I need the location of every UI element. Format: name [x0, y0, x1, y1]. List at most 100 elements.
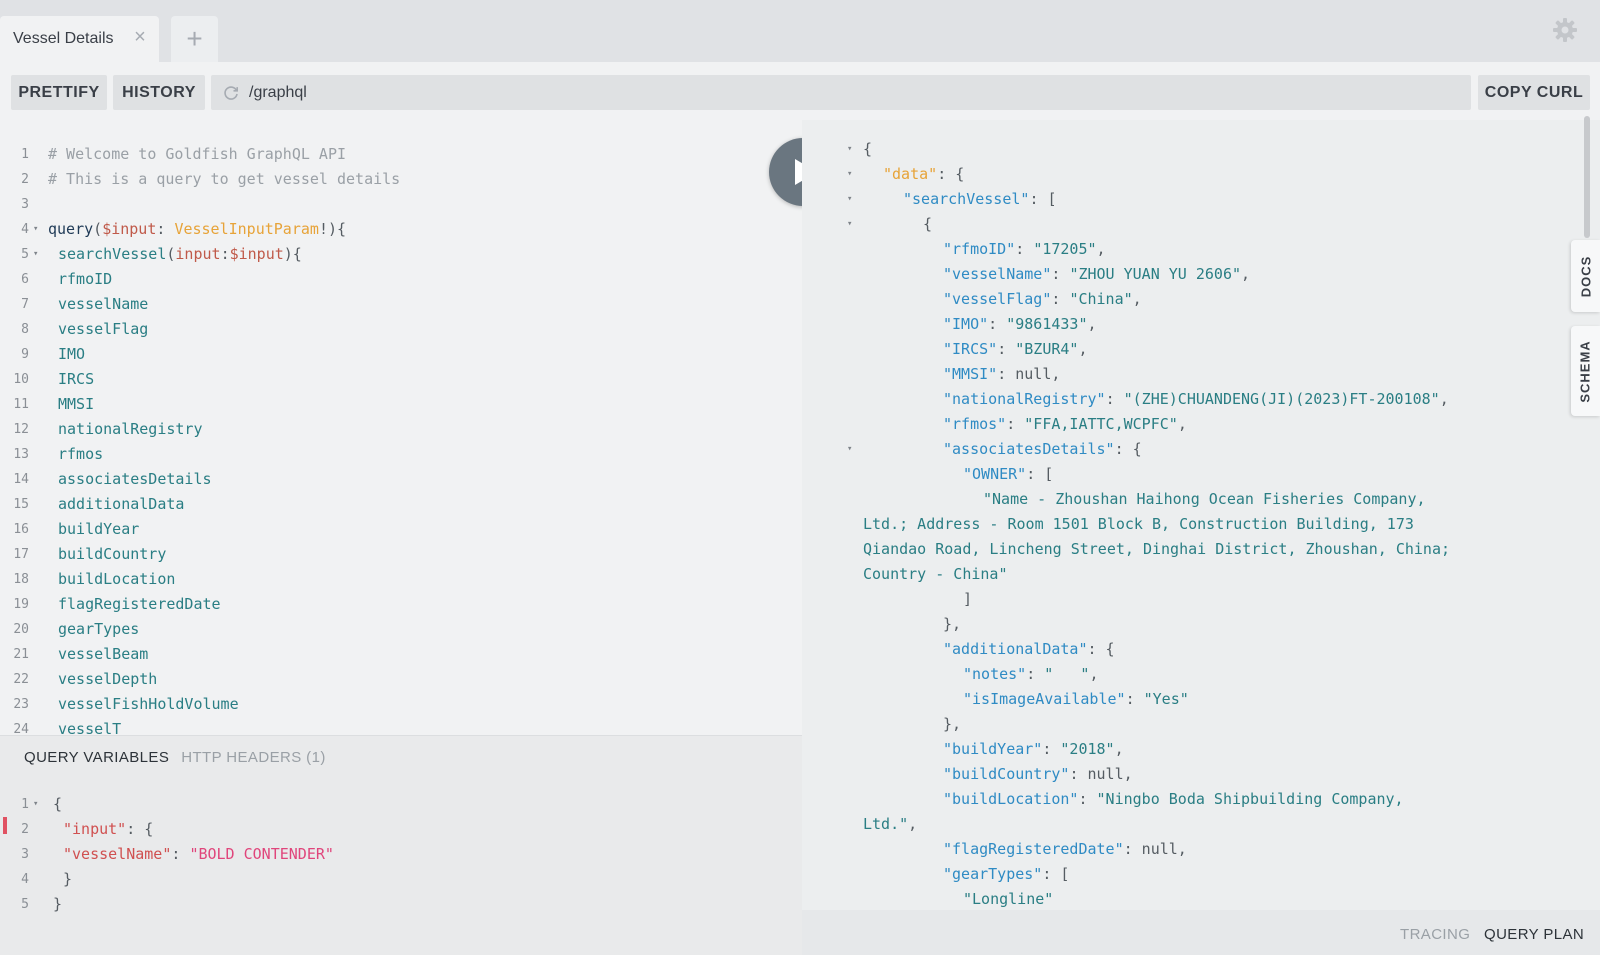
- tab-http-headers[interactable]: HTTP HEADERS (1): [181, 749, 325, 771]
- result-line: "rfmoID": "17205",: [802, 237, 1600, 262]
- code-token: : null,: [997, 365, 1061, 383]
- code-token: : null,: [1069, 765, 1133, 783]
- result-scrollbar[interactable]: [1584, 116, 1590, 238]
- query-line: 1 # Welcome to Goldfish GraphQL API: [0, 142, 802, 167]
- code-token: Country - China": [863, 565, 1008, 583]
- code-token: "Ningbo Boda Shipbuilding Company,: [1096, 790, 1404, 808]
- code-token: "rfmos": [943, 415, 1007, 433]
- reload-icon[interactable]: [221, 83, 241, 103]
- query-line: 11 MMSI: [0, 392, 802, 417]
- code-token: :: [1026, 665, 1045, 683]
- query-line: 17 buildCountry: [0, 542, 802, 567]
- result-line: ]: [802, 587, 1600, 612]
- result-line: "OWNER": [: [802, 462, 1600, 487]
- query-line: 18 buildLocation: [0, 567, 802, 592]
- code-token: ]: [963, 590, 973, 608]
- line-number: 17: [13, 547, 29, 562]
- history-button[interactable]: HISTORY: [113, 75, 205, 110]
- code-token: ,: [1089, 665, 1099, 683]
- result-line: "MMSI": null,: [802, 362, 1600, 387]
- line-number: 8: [21, 322, 29, 337]
- variables-line: 3 "vesselName": "BOLD CONTENDER": [0, 842, 802, 867]
- line-number: 21: [13, 647, 29, 662]
- line-number: 2: [21, 822, 29, 837]
- variables-tabs: QUERY VARIABLES HTTP HEADERS (1): [24, 749, 338, 771]
- code-token: },: [943, 715, 962, 733]
- code-token: :: [1042, 740, 1061, 758]
- copy-curl-button[interactable]: COPY CURL: [1478, 75, 1590, 110]
- fold-toggle-icon[interactable]: ▾: [33, 217, 38, 242]
- tab-vessel-details[interactable]: Vessel Details ×: [0, 16, 159, 62]
- code-token: "isImageAvailable": [963, 690, 1126, 708]
- code-token: ,: [1096, 240, 1106, 258]
- line-number: 12: [13, 422, 29, 437]
- result-line: Qiandao Road, Lincheng Street, Dinghai D…: [802, 537, 1600, 562]
- variables-line: 4}: [0, 867, 802, 892]
- tracing-tab[interactable]: TRACING: [1400, 926, 1470, 943]
- fold-toggle-icon[interactable]: ▾: [847, 162, 852, 187]
- query-line: 16 buildYear: [0, 517, 802, 542]
- code-token: {: [863, 140, 873, 158]
- code-token: additionalData: [58, 495, 185, 513]
- code-token: $input: [229, 245, 284, 263]
- code-token: ,: [1078, 340, 1088, 358]
- code-token: :: [1006, 415, 1025, 433]
- result-line: "notes": " ",: [802, 662, 1600, 687]
- prettify-button[interactable]: PRETTIFY: [11, 75, 107, 110]
- code-token: buildLocation: [58, 570, 176, 588]
- result-line: ▾ "data": {: [802, 162, 1600, 187]
- code-token: rfmoID: [58, 270, 113, 288]
- result-line: ▾{: [802, 212, 1600, 237]
- tab-query-variables[interactable]: QUERY VARIABLES: [24, 749, 169, 771]
- code-token: ,: [1132, 290, 1142, 308]
- fold-toggle-icon[interactable]: ▾: [847, 187, 852, 212]
- query-line: 22 vesselDepth: [0, 667, 802, 692]
- result-line: "buildLocation": "Ningbo Boda Shipbuildi…: [802, 787, 1600, 812]
- code-token: : [: [1029, 190, 1057, 208]
- code-token: query: [48, 220, 94, 238]
- code-token: IMO: [58, 345, 86, 363]
- code-token: # Welcome to Goldfish GraphQL API: [48, 145, 347, 163]
- line-number: 13: [13, 447, 29, 462]
- fold-toggle-icon[interactable]: ▾: [847, 212, 852, 237]
- code-token: !){: [318, 220, 347, 238]
- code-token: "IRCS": [943, 340, 998, 358]
- code-token: ){: [283, 245, 302, 263]
- code-token: : [: [1026, 465, 1054, 483]
- code-token: input: [175, 245, 221, 263]
- close-icon[interactable]: ×: [131, 27, 149, 47]
- code-token: "input": [63, 820, 127, 838]
- query-plan-tab[interactable]: QUERY PLAN: [1484, 926, 1584, 943]
- fold-toggle-icon[interactable]: ▾: [847, 437, 852, 462]
- endpoint-url-input[interactable]: /graphql: [211, 75, 1471, 110]
- code-token: :: [1015, 240, 1034, 258]
- schema-side-tab[interactable]: SCHEMA: [1571, 326, 1600, 416]
- code-token: nationalRegistry: [58, 420, 203, 438]
- query-line: 24 vesselT: [0, 717, 802, 735]
- code-token: "Longline": [963, 890, 1054, 908]
- code-token: },: [943, 615, 962, 633]
- variables-editor[interactable]: 1 ▾ {2 "input": {3 "vesselName": "BOLD CONTE…: [0, 792, 802, 942]
- tab-label: Vessel Details: [13, 30, 114, 47]
- line-number: 1: [21, 797, 29, 812]
- line-number: 4: [21, 222, 29, 237]
- fold-toggle-icon[interactable]: ▾: [847, 137, 852, 162]
- line-number: 4: [21, 872, 29, 887]
- code-token: :: [1051, 290, 1070, 308]
- code-token: "rfmoID": [943, 240, 1016, 258]
- fold-toggle-icon[interactable]: ▾: [33, 242, 38, 267]
- query-variables-pane: QUERY VARIABLES HTTP HEADERS (1) 1 ▾ {2 "in…: [0, 735, 802, 955]
- code-token: : {: [1114, 440, 1142, 458]
- fold-toggle-icon[interactable]: ▾: [33, 792, 38, 817]
- docs-side-tab[interactable]: DOCS: [1571, 240, 1600, 312]
- code-token: "nationalRegistry": [943, 390, 1106, 408]
- result-viewer[interactable]: ▾{▾ "data": {▾ "searchVessel": [▾{"rfmoID"…: [802, 120, 1600, 910]
- new-tab-button[interactable]: +: [171, 16, 218, 62]
- line-number: 9: [21, 347, 29, 362]
- gear-icon[interactable]: [1552, 17, 1578, 43]
- code-token: "ZHOU YUAN YU 2606": [1069, 265, 1242, 283]
- code-token: ,: [1439, 390, 1449, 408]
- code-token: "MMSI": [943, 365, 998, 383]
- query-editor[interactable]: 1 # Welcome to Goldfish GraphQL API 2 # Thi…: [0, 120, 802, 735]
- code-token: vesselT: [58, 720, 122, 735]
